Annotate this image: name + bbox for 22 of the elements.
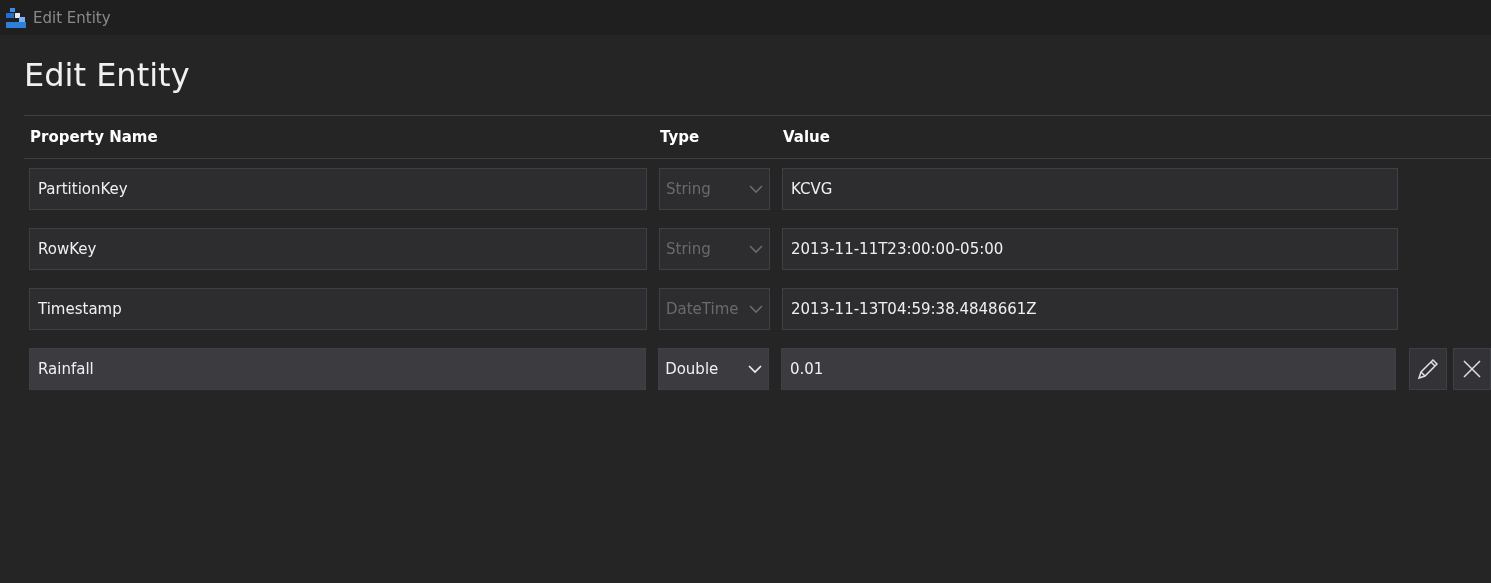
window-title: Edit Entity [33, 8, 111, 27]
property-name-field[interactable]: Rainfall [29, 348, 647, 390]
type-dropdown[interactable]: Double [658, 348, 769, 390]
page-heading: Edit Entity [24, 55, 191, 96]
value-field[interactable]: 2013-11-11T23:00:00-05:00 [782, 228, 1398, 270]
property-name-field[interactable]: RowKey [29, 228, 647, 270]
property-name-field[interactable]: Timestamp [29, 288, 647, 330]
column-header: Type [660, 128, 700, 146]
table-grid-icon [5, 6, 27, 29]
delete-button[interactable] [1453, 348, 1491, 390]
value-field[interactable]: 0.01 [781, 348, 1397, 390]
chevron-down-icon [749, 184, 763, 194]
chevron-down-icon [749, 304, 763, 314]
value-field[interactable]: 2013-11-13T04:59:38.4848661Z [782, 288, 1398, 330]
edit-button[interactable] [1409, 348, 1448, 390]
close-icon [1463, 360, 1482, 378]
chevron-down-icon [749, 244, 763, 254]
column-header: Property Name [30, 128, 158, 146]
property-name-field[interactable]: PartitionKey [29, 168, 647, 210]
chevron-down-icon [748, 364, 762, 374]
column-header: Value [783, 128, 830, 146]
value-field[interactable]: KCVG [782, 168, 1398, 210]
